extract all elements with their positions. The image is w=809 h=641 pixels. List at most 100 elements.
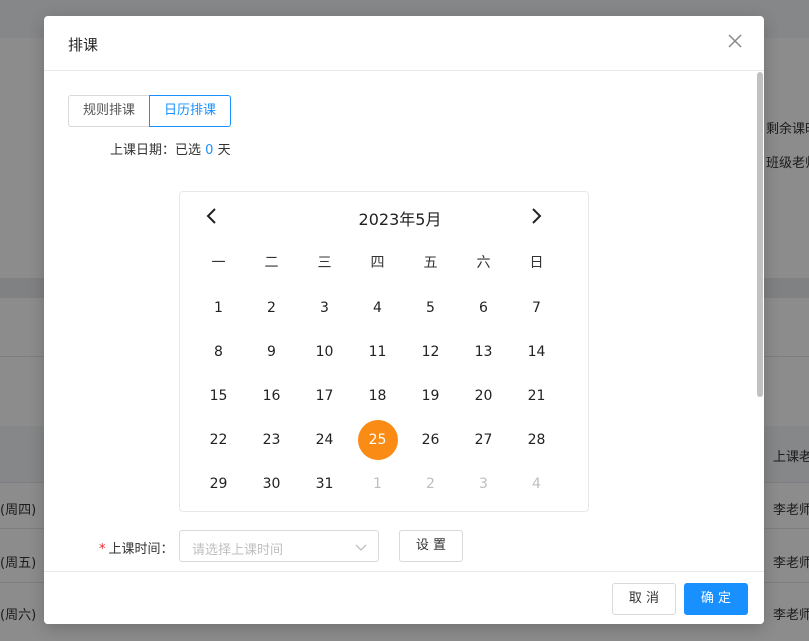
calendar-day[interactable]: 30 (245, 462, 298, 506)
calendar-day[interactable]: 22 (192, 418, 245, 462)
modal-footer: 取 消 确 定 (44, 571, 764, 624)
day-number: 21 (527, 388, 546, 404)
scrollbar-thumb[interactable] (757, 72, 763, 397)
day-number: 2 (267, 300, 276, 316)
calendar-day[interactable]: 4 (351, 286, 404, 330)
calendar-day[interactable]: 5 (404, 286, 457, 330)
modal-header: 排课 (44, 16, 764, 71)
calendar-day[interactable]: 23 (245, 418, 298, 462)
tab-rule-schedule[interactable]: 规则排课 (68, 95, 150, 127)
class-time-label-text: 上课时间： (108, 542, 174, 557)
calendar-day[interactable]: 26 (404, 418, 457, 462)
calendar-day-grid: 1 2 3 4 5 6 7 8 9 10 11 12 13 14 15 16 1… (192, 286, 564, 506)
day-number: 14 (527, 344, 546, 360)
calendar-day[interactable]: 2 (245, 286, 298, 330)
calendar-day[interactable]: 18 (351, 374, 404, 418)
calendar: 2023年5月 一 二 三 四 五 六 日 1 2 3 4 5 6 7 8 9 … (179, 191, 589, 512)
day-number: 3 (320, 300, 329, 316)
calendar-day[interactable]: 28 (510, 418, 563, 462)
close-icon[interactable] (724, 30, 746, 52)
selected-days-summary: 上课日期：已选 0 天 (110, 139, 231, 158)
day-number: 3 (479, 476, 488, 492)
calendar-day[interactable]: 31 (298, 462, 351, 506)
calendar-day[interactable]: 7 (510, 286, 563, 330)
day-number: 20 (474, 388, 493, 404)
calendar-week: 15 16 17 18 19 20 21 (192, 374, 564, 418)
weekday-label: 六 (476, 255, 491, 271)
day-number: 30 (262, 476, 281, 492)
calendar-week: 1 2 3 4 5 6 7 (192, 286, 564, 330)
day-number: 16 (262, 388, 281, 404)
day-number: 13 (474, 344, 493, 360)
calendar-day[interactable]: 19 (404, 374, 457, 418)
calendar-day[interactable]: 17 (298, 374, 351, 418)
day-number: 4 (373, 300, 382, 316)
calendar-day[interactable]: 21 (510, 374, 563, 418)
day-number: 29 (209, 476, 228, 492)
calendar-day-next-month: 3 (457, 462, 510, 506)
weekday-label: 三 (317, 255, 332, 271)
calendar-weekday-row: 一 二 三 四 五 六 日 (192, 252, 564, 272)
calendar-day[interactable]: 16 (245, 374, 298, 418)
calendar-day[interactable]: 10 (298, 330, 351, 374)
day-number: 31 (315, 476, 334, 492)
day-number: 1 (214, 300, 223, 316)
class-time-select[interactable]: 请选择上课时间 (179, 530, 379, 562)
day-number: 18 (368, 388, 387, 404)
calendar-month-title: 2023年5月 (358, 210, 442, 229)
day-number: 19 (421, 388, 440, 404)
calendar-day[interactable]: 20 (457, 374, 510, 418)
calendar-day[interactable]: 12 (404, 330, 457, 374)
calendar-day-next-month: 1 (351, 462, 404, 506)
day-number: 5 (426, 300, 435, 316)
calendar-day[interactable]: 11 (351, 330, 404, 374)
calendar-day[interactable]: 29 (192, 462, 245, 506)
calendar-day[interactable]: 24 (298, 418, 351, 462)
class-time-placeholder: 请选择上课时间 (192, 543, 284, 558)
confirm-button[interactable]: 确 定 (684, 583, 748, 615)
calendar-day[interactable]: 1 (192, 286, 245, 330)
calendar-day[interactable]: 13 (457, 330, 510, 374)
calendar-week: 29 30 31 1 2 3 4 (192, 462, 564, 506)
day-number: 11 (368, 344, 387, 360)
calendar-week: 8 9 10 11 12 13 14 (192, 330, 564, 374)
tab-calendar-schedule[interactable]: 日历排课 (149, 95, 232, 127)
day-number: 28 (527, 432, 546, 448)
day-number: 8 (214, 344, 223, 360)
calendar-day[interactable]: 15 (192, 374, 245, 418)
day-number: 27 (474, 432, 493, 448)
day-number: 22 (209, 432, 228, 448)
calendar-day-today[interactable]: 25 (351, 418, 404, 462)
calendar-day[interactable]: 8 (192, 330, 245, 374)
day-number: 15 (209, 388, 228, 404)
day-number: 25 (357, 420, 398, 460)
date-label: 上课日期： (110, 143, 176, 158)
calendar-day-next-month: 4 (510, 462, 563, 506)
day-number: 10 (315, 344, 334, 360)
selected-prefix: 已选 (175, 143, 202, 158)
required-mark: * (99, 542, 106, 557)
calendar-day[interactable]: 6 (457, 286, 510, 330)
weekday-label: 五 (423, 255, 438, 271)
day-number: 6 (479, 300, 488, 316)
day-number: 24 (315, 432, 334, 448)
calendar-day[interactable]: 14 (510, 330, 563, 374)
schedule-modal: 排课 规则排课 日历排课 上课日期：已选 0 天 2023年5月 一 二 三 四… (44, 16, 764, 624)
calendar-day[interactable]: 3 (298, 286, 351, 330)
day-number: 7 (532, 300, 541, 316)
weekday-label: 日 (529, 255, 544, 271)
selected-count: 0 (205, 143, 214, 158)
calendar-day[interactable]: 27 (457, 418, 510, 462)
weekday-label: 二 (264, 255, 279, 271)
day-number: 4 (532, 476, 541, 492)
day-number: 9 (267, 344, 276, 360)
modal-title: 排课 (68, 36, 99, 54)
weekday-label: 一 (211, 255, 226, 271)
cancel-button[interactable]: 取 消 (612, 583, 676, 615)
calendar-week: 22 23 24 25 26 27 28 (192, 418, 564, 462)
weekday-label: 四 (370, 255, 385, 271)
calendar-day[interactable]: 9 (245, 330, 298, 374)
chevron-right-icon[interactable] (526, 206, 546, 226)
set-time-button[interactable]: 设 置 (399, 530, 463, 562)
day-number: 17 (315, 388, 334, 404)
